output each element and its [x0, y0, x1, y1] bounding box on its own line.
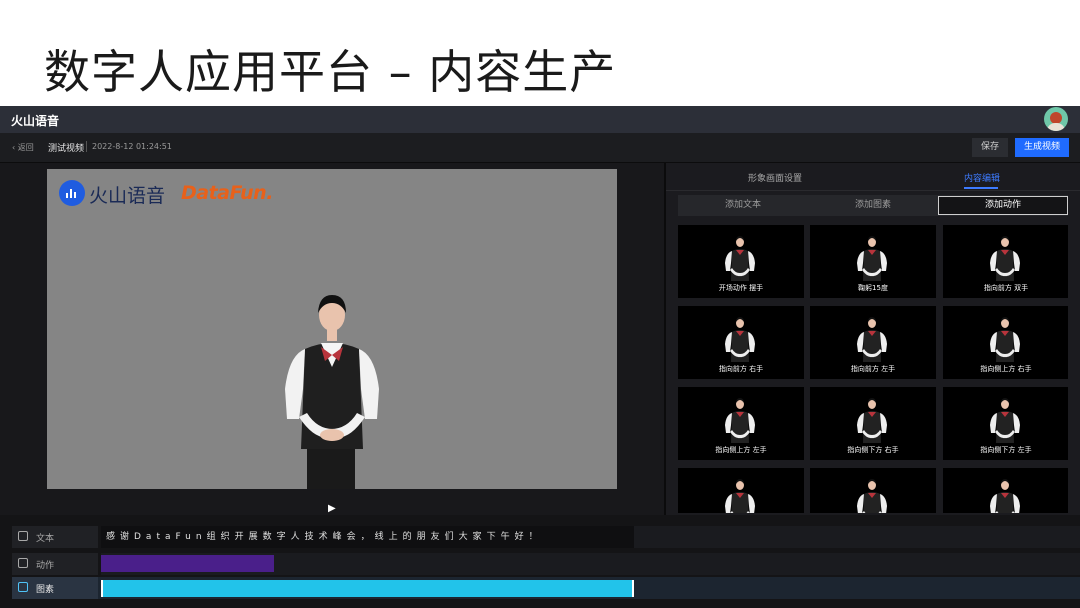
- track-label-image[interactable]: 图素: [12, 577, 98, 599]
- action-thumbnail: [990, 398, 1020, 443]
- action-card-label: 开场动作 摆手: [718, 284, 764, 292]
- app-brand: 火山语音: [11, 114, 60, 128]
- add-text-button[interactable]: 添加文本: [678, 195, 808, 216]
- save-button[interactable]: 保存: [972, 138, 1008, 157]
- track-label-action[interactable]: 动作: [12, 553, 98, 575]
- action-card[interactable]: [810, 468, 936, 513]
- action-thumbnail: [990, 236, 1020, 281]
- huoshan-logo-text: 火山语音: [89, 185, 166, 207]
- timeline: 文本 感谢DataFun组织开展数字人技术峰会，线上的朋友们大家下午好！ 动作 …: [0, 516, 1080, 608]
- action-thumbnail: [857, 317, 887, 362]
- action-thumbnail: [857, 236, 887, 281]
- action-card[interactable]: 指向侧下方 左手: [943, 387, 1068, 460]
- play-icon[interactable]: ▶: [328, 503, 336, 514]
- action-thumbnail: [725, 236, 755, 281]
- action-thumbnail: [990, 479, 1020, 513]
- action-card[interactable]: 开场动作 摆手: [678, 225, 804, 298]
- action-card-label: 鞠躬15度: [858, 284, 888, 292]
- top-bar: 火山语音: [0, 106, 1080, 133]
- add-element-button[interactable]: 添加图素: [808, 195, 938, 216]
- action-card-label: 指向侧上方 右手: [980, 365, 1032, 373]
- editor-panel: 形象画面设置 内容编辑 添加文本 添加图素 添加动作 开场动作 摆手 鞠躬15度指…: [666, 163, 1080, 515]
- datafun-logo: DataFun.: [181, 182, 273, 204]
- action-card-label: 指向侧上方 左手: [715, 446, 767, 454]
- action-card[interactable]: 指向侧上方 左手: [678, 387, 804, 460]
- project-bar: ‹ 返回 测试视频 2022-8-12 01:24:51 保存 生成视频: [0, 133, 1080, 163]
- divider: [86, 141, 87, 152]
- add-action-button[interactable]: 添加动作: [938, 196, 1068, 215]
- action-card[interactable]: 指向前方 左手: [810, 306, 936, 379]
- action-thumbnail: [857, 479, 887, 513]
- action-grid: 开场动作 摆手 鞠躬15度 指向前方 双手指向前方 右手 指向前方 左手 指向侧上方 右…: [678, 225, 1068, 513]
- track-label-text[interactable]: 文本: [12, 526, 98, 548]
- generate-video-button[interactable]: 生成视频: [1015, 138, 1069, 157]
- action-thumbnail: [725, 398, 755, 443]
- action-card[interactable]: 指向前方 右手: [678, 306, 804, 379]
- image-icon: [18, 582, 28, 592]
- video-canvas[interactable]: 火山语音 DataFun.: [47, 169, 617, 489]
- image-clip[interactable]: [101, 580, 634, 597]
- user-avatar[interactable]: [1044, 107, 1068, 131]
- action-card[interactable]: 指向前方 双手: [943, 225, 1068, 298]
- app-window: 火山语音 ‹ 返回 测试视频 2022-8-12 01:24:51 保存 生成视…: [0, 106, 1080, 608]
- preview-area: 火山语音 DataFun. ▶: [0, 163, 664, 515]
- action-card[interactable]: [943, 468, 1068, 513]
- slide-title: 数字人应用平台 – 内容生产: [44, 45, 617, 99]
- text-icon: [18, 531, 28, 541]
- project-timestamp: 2022-8-12 01:24:51: [92, 142, 172, 151]
- project-name: 测试视频: [48, 144, 85, 154]
- action-thumbnail: [725, 479, 755, 513]
- panel-tabs: 形象画面设置 内容编辑: [666, 163, 1080, 191]
- action-card-label: 指向侧下方 左手: [980, 446, 1032, 454]
- action-card-label: 指向前方 右手: [718, 365, 764, 373]
- action-card-label: 指向前方 左手: [850, 365, 896, 373]
- action-thumbnail: [857, 398, 887, 443]
- active-tab-indicator: [964, 187, 998, 189]
- tab-content-edit[interactable]: 内容编辑: [964, 171, 1000, 184]
- tab-appearance-settings[interactable]: 形象画面设置: [748, 171, 802, 184]
- back-link[interactable]: ‹ 返回: [12, 142, 34, 153]
- huoshan-logo-icon: [59, 180, 85, 206]
- action-thumbnail: [725, 317, 755, 362]
- digital-human-figure: [285, 295, 379, 489]
- action-card-label: 指向侧下方 右手: [847, 446, 899, 454]
- action-clip[interactable]: [101, 555, 274, 572]
- action-card[interactable]: [678, 468, 804, 513]
- action-card[interactable]: 指向侧下方 右手: [810, 387, 936, 460]
- play-box-icon: [18, 558, 28, 568]
- text-clip[interactable]: 感谢DataFun组织开展数字人技术峰会，线上的朋友们大家下午好！: [101, 526, 634, 548]
- action-card[interactable]: 指向侧上方 右手: [943, 306, 1068, 379]
- add-segment-control: 添加文本 添加图素 添加动作: [678, 195, 1068, 216]
- avatar-body-shape: [1047, 123, 1065, 131]
- action-card-label: 指向前方 双手: [983, 284, 1029, 292]
- action-card[interactable]: 鞠躬15度: [810, 225, 936, 298]
- action-thumbnail: [990, 317, 1020, 362]
